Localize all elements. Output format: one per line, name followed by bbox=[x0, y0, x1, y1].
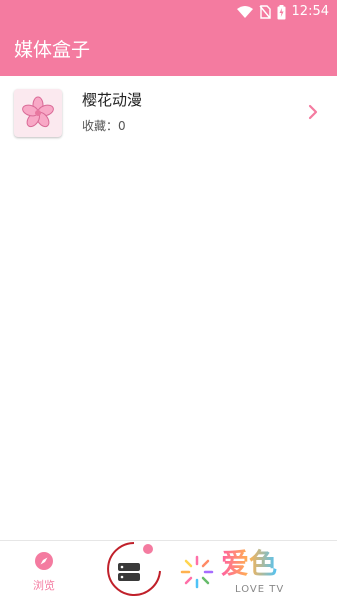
app-bar: 媒体盒子 bbox=[0, 24, 337, 76]
status-bar: 12:54 bbox=[0, 0, 337, 24]
status-icons: 12:54 bbox=[236, 4, 329, 20]
chevron-right-icon bbox=[308, 104, 318, 120]
page-title: 媒体盒子 bbox=[14, 39, 91, 61]
no-sim-icon bbox=[258, 5, 271, 19]
storage-icon bbox=[107, 542, 161, 596]
nav-browse-tab[interactable]: 浏览 bbox=[22, 551, 66, 595]
status-time: 12:54 bbox=[291, 4, 329, 19]
compass-icon bbox=[35, 552, 53, 570]
watermark-text: 爱色 bbox=[221, 547, 278, 580]
watermark-sparkle-icon bbox=[180, 555, 214, 589]
nav-browse-label: 浏览 bbox=[33, 579, 55, 592]
wifi-icon bbox=[236, 6, 253, 18]
nav-box-tab[interactable] bbox=[106, 541, 162, 601]
battery-charging-icon bbox=[277, 4, 286, 19]
watermark-logo: 爱色 LOVE TV bbox=[175, 548, 305, 600]
list-item-title: 樱花动漫 bbox=[82, 91, 143, 109]
list-item[interactable]: 樱花动漫 收藏：0 bbox=[0, 76, 337, 148]
sakura-icon bbox=[14, 89, 62, 137]
watermark-subtext: LOVE TV bbox=[235, 584, 285, 595]
sakura-flower-svg bbox=[22, 96, 54, 128]
favorites-count: 收藏：0 bbox=[82, 119, 126, 133]
